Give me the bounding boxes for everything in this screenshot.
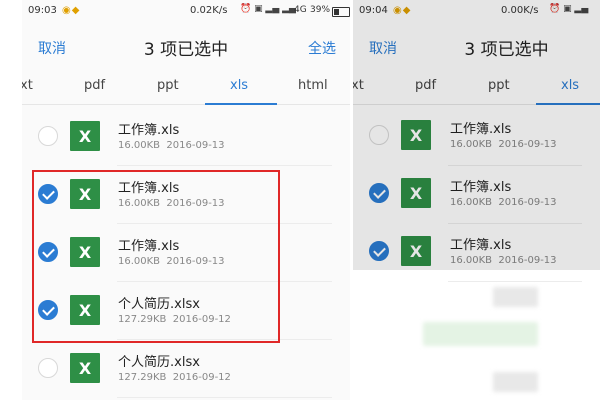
file-date: 2016-09-13 (166, 140, 225, 151)
status-bar: 09:03 ◉◆ 0.02K/s ⏰ ▣ ▂▄ ▂▄ 4G 39% (22, 0, 350, 22)
file-size: 127.29KB (118, 372, 167, 383)
page-title: 3 项已选中 (143, 40, 229, 60)
file-meta: 16.00KB 2016-09-13 (118, 140, 225, 151)
right-phone-screen: 09:04 ◉◆ 0.00K/s ⏰ ▣ ▂▄ 取消 3 项已选中 xt pdf… (353, 0, 600, 400)
excel-file-icon: X (70, 353, 100, 383)
file-name: 工作簿.xls (118, 123, 180, 138)
tab-html[interactable]: html (298, 78, 328, 93)
selection-highlight-box (32, 170, 280, 343)
tab-txt[interactable]: xt (22, 78, 33, 93)
excel-file-icon: X (70, 121, 100, 151)
select-all-button[interactable]: 全选 (308, 38, 336, 58)
battery-icon (332, 7, 350, 17)
file-meta: 127.29KB 2016-09-12 (118, 372, 231, 383)
file-row[interactable]: X 个人简历.xlsx 127.29KB 2016-09-12 (22, 340, 350, 398)
tab-xls[interactable]: xls (230, 78, 248, 93)
status-speed: 0.02K/s (190, 5, 228, 16)
status-time: 09:03 (28, 5, 57, 16)
file-type-tabs: xt pdf ppt xls html (22, 68, 350, 105)
left-phone-screen: 09:03 ◉◆ 0.02K/s ⏰ ▣ ▂▄ ▂▄ 4G 39% 取消 3 项… (22, 0, 350, 400)
file-size: 16.00KB (118, 140, 161, 151)
tab-pdf[interactable]: pdf (84, 78, 105, 93)
status-battery-text: 39% (310, 5, 331, 15)
file-name: 个人简历.xlsx (118, 355, 200, 370)
blurred-element (493, 372, 538, 392)
active-tab-indicator (205, 103, 277, 105)
blurred-element (493, 287, 538, 307)
dim-overlay (353, 0, 600, 270)
file-row[interactable]: X 工作簿.xls 16.00KB 2016-09-13 (22, 108, 350, 166)
file-date: 2016-09-12 (172, 372, 231, 383)
checkmark-circle-icon[interactable] (38, 358, 58, 378)
tab-ppt[interactable]: ppt (157, 78, 179, 93)
blurred-element (423, 322, 538, 346)
alarm-signal-icons: ⏰ ▣ ▂▄ ▂▄ (240, 4, 296, 14)
row-divider (448, 281, 582, 282)
status-network: 4G (294, 5, 307, 15)
notification-icons: ◉◆ (62, 5, 81, 16)
row-divider (117, 397, 332, 398)
selection-header: 取消 3 项已选中 全选 (22, 22, 350, 68)
checkmark-circle-icon[interactable] (38, 126, 58, 146)
